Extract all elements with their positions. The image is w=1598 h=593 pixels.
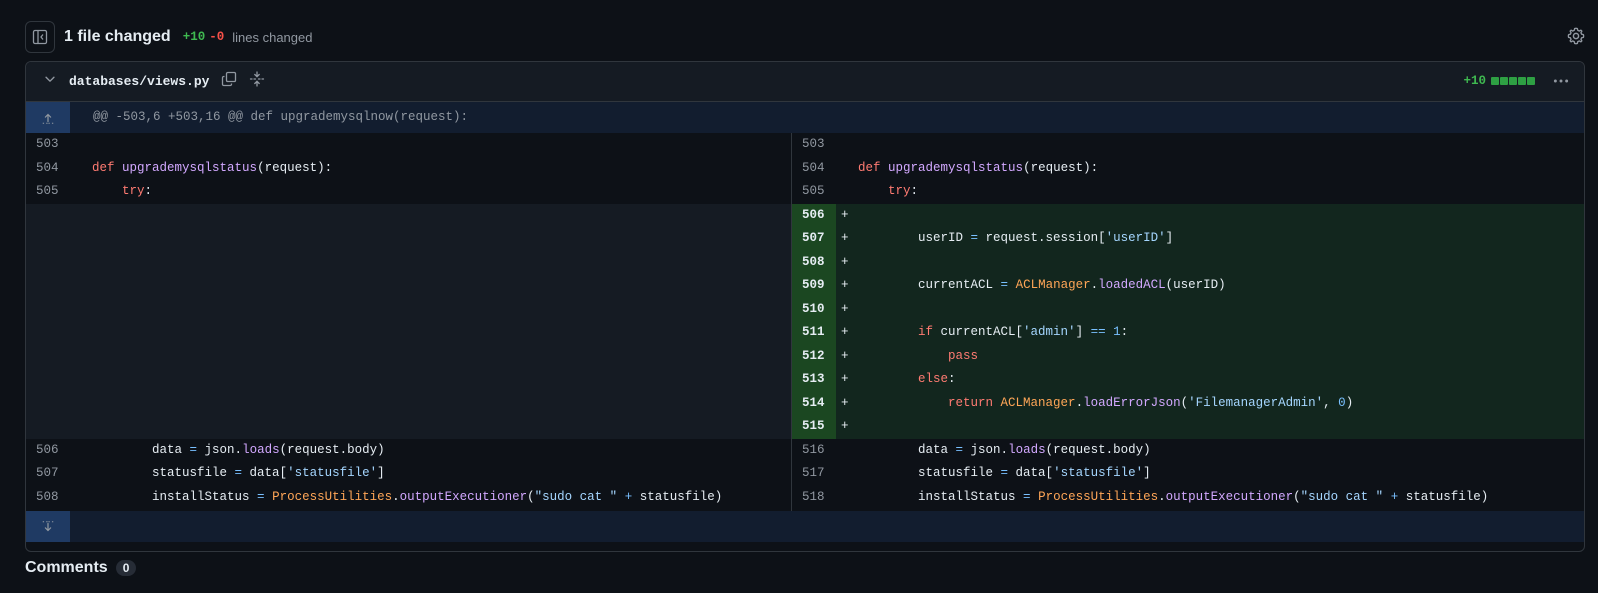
expand-up-icon [42, 113, 54, 124]
right-line: 516 data = json.loads(request.body) [26, 439, 1584, 463]
add-marker: + [841, 395, 849, 410]
added-line: 514 + return ACLManager.loadErrorJson('F… [26, 392, 1584, 416]
sidebar-toggle-button[interactable] [25, 21, 55, 53]
add-marker: + [841, 372, 849, 386]
fold-unfold-icon [250, 71, 265, 87]
file-additions-count: +10 [1463, 74, 1486, 88]
comments-section: Comments 0 [25, 559, 137, 577]
right-line-number[interactable]: 505 [792, 180, 836, 204]
right-line-number[interactable]: 509 [792, 274, 836, 298]
files-changed-toolbar: 1 file changed +10 -0 lines changed [25, 20, 1585, 54]
right-code: userID = request.session['userID'] [858, 231, 1174, 245]
right-line-number[interactable]: 513 [792, 368, 836, 392]
diffstat-block [1509, 77, 1517, 85]
added-line: 512 + pass [26, 345, 1584, 369]
right-line-number[interactable]: 518 [792, 486, 836, 510]
expand-bottom-row [26, 511, 1584, 542]
collapse-file-button[interactable] [43, 72, 57, 91]
kebab-horizontal-icon [1553, 79, 1569, 83]
added-line: 513 + else: [26, 368, 1584, 392]
right-line-number[interactable]: 507 [792, 227, 836, 251]
comments-count-badge: 0 [115, 560, 137, 576]
hunk-header: @@ -503,6 +503,16 @@ def upgrademysqlnow… [26, 102, 1584, 133]
right-code: if currentACL['admin'] == 1: [918, 325, 1129, 339]
file-options-button[interactable] [1552, 72, 1570, 95]
chevron-down-icon [45, 76, 55, 82]
right-line-number[interactable]: 504 [792, 157, 836, 181]
right-line: 505 try: [26, 180, 1584, 204]
comments-title: Comments [25, 559, 108, 576]
right-line-number[interactable]: 510 [792, 298, 836, 322]
file-header: databases/views.py +10 [26, 62, 1584, 102]
diffstat-block [1527, 77, 1535, 85]
right-line-number[interactable]: 511 [792, 321, 836, 345]
right-code: installStatus = ProcessUtilities.outputE… [858, 489, 1489, 504]
files-changed-title: 1 file changed [64, 28, 171, 45]
add-marker: + [841, 231, 849, 245]
expand-down-icon [42, 520, 54, 531]
right-line-number[interactable]: 506 [792, 204, 836, 228]
added-line: 515 + [26, 415, 1584, 439]
add-marker: + [841, 254, 849, 269]
right-line-number[interactable]: 503 [792, 133, 836, 157]
right-code: statusfile = data['statusfile'] [858, 466, 1151, 480]
copy-path-button[interactable] [221, 71, 237, 92]
right-code: else: [918, 372, 956, 386]
diffstat-block [1491, 77, 1499, 85]
added-line: 507 + userID = request.session['userID'] [26, 227, 1584, 251]
expand-all-button[interactable] [249, 71, 265, 92]
add-marker: + [841, 325, 849, 339]
add-marker: + [841, 301, 849, 316]
right-line-number[interactable]: 508 [792, 251, 836, 275]
right-line: 517 statusfile = data['statusfile'] [26, 462, 1584, 486]
right-code: try: [888, 184, 919, 198]
settings-button[interactable] [1567, 27, 1585, 50]
add-marker: + [841, 278, 849, 292]
right-line-number[interactable]: 512 [792, 345, 836, 369]
expand-up-button[interactable] [26, 102, 70, 133]
add-marker: + [841, 207, 849, 222]
split-diff-body: 503 504 def upgrademysqlstatus(request):… [26, 133, 1584, 511]
diffstat-block [1500, 77, 1508, 85]
add-marker: + [841, 419, 849, 433]
right-code: def upgrademysqlstatus(request): [858, 160, 1099, 175]
copy-icon [222, 71, 237, 87]
sidebar-collapse-icon [32, 29, 48, 45]
additions-count: +10 [182, 30, 206, 44]
added-line: 510 + [26, 298, 1584, 322]
added-line: 509 + currentACL = ACLManager.loadedACL(… [26, 274, 1584, 298]
added-line: 506 + [26, 204, 1584, 228]
add-marker: + [841, 348, 849, 363]
expand-down-button[interactable] [26, 511, 70, 542]
right-line-number[interactable]: 515 [792, 415, 836, 439]
right-code: currentACL = ACLManager.loadedACL(userID… [858, 278, 1226, 292]
file-path[interactable]: databases/views.py [69, 74, 209, 89]
right-line-number[interactable]: 516 [792, 439, 836, 463]
right-line-number[interactable]: 514 [792, 392, 836, 416]
right-code: data = json.loads(request.body) [858, 442, 1151, 457]
right-line: 504 def upgrademysqlstatus(request): [26, 157, 1584, 181]
gear-icon [1567, 27, 1585, 45]
added-line: 511 + if currentACL['admin'] == 1: [26, 321, 1584, 345]
lines-changed-label: lines changed [232, 29, 313, 45]
file-diff: databases/views.py +10 @@ -503,6 +503,16… [25, 61, 1585, 552]
right-line: 503 [26, 133, 1584, 157]
deletions-count: -0 [209, 30, 225, 44]
right-line: 518 installStatus = ProcessUtilities.out… [26, 486, 1584, 510]
added-line: 508 + [26, 251, 1584, 275]
file-diffstat: +10 [1463, 74, 1536, 88]
hunk-header-text: @@ -503,6 +503,16 @@ def upgrademysqlnow… [93, 110, 469, 124]
right-code: return ACLManager.loadErrorJson('Fileman… [948, 395, 1354, 410]
diffstat-block [1518, 77, 1526, 85]
right-line-number[interactable]: 517 [792, 462, 836, 486]
right-code: pass [948, 348, 979, 363]
